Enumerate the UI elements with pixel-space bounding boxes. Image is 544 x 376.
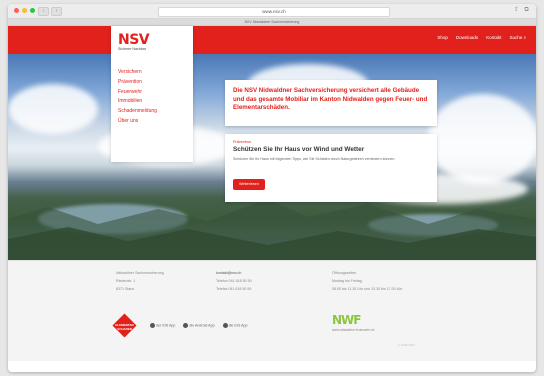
top-bar: Shop Downloads Kontakt Suche ⌕ (8, 26, 536, 54)
app-link-ios[interactable]: der iOS App (150, 323, 175, 328)
menu-item-ueber-uns[interactable]: Über uns (118, 117, 157, 127)
nsv-logo[interactable]: NSV Sicherer Nachbar (118, 32, 150, 51)
footer-phone: Telefon 041 618 50 50 (216, 279, 252, 283)
article-kicker: Prävention (233, 140, 252, 144)
zoom-window-button[interactable] (30, 8, 35, 13)
browser-toolbar: ‹ › www.nsv.ch ⇪ ⧉ (8, 4, 536, 19)
nwf-mark: NWF (332, 313, 361, 327)
menu-item-praevention[interactable]: Prävention (118, 78, 157, 88)
share-icon[interactable]: ⇪ (513, 7, 520, 14)
top-nav-kontakt[interactable]: Kontakt (486, 35, 501, 40)
website: Shop Downloads Kontakt Suche ⌕ NSV Siche (8, 26, 536, 361)
menu-item-immobilien[interactable]: Immobilien (118, 97, 157, 107)
apple-icon (150, 323, 155, 328)
hero-image: NSV Sicherer Nachbar Versichern Präventi… (8, 26, 536, 260)
apple-icon (222, 323, 228, 328)
menu-item-feuerwehr[interactable]: Feuerwehr (118, 88, 157, 98)
logo-tagline: Sicherer Nachbar (118, 47, 146, 51)
window-controls (14, 8, 35, 13)
tabs-icon[interactable]: ⧉ (523, 7, 530, 14)
top-nav-shop[interactable]: Shop (437, 35, 448, 40)
close-window-button[interactable] (14, 8, 19, 13)
article-teaser: Prävention Schützen Sie Ihr Haus vor Win… (225, 134, 437, 202)
nwf-caption: www.nidwaldner-feuerwehr.ch (332, 328, 375, 332)
browser-window: ‹ › www.nsv.ch ⇪ ⧉ NSV Nidwaldner Sachve… (8, 4, 536, 372)
footer-hours: Öffnungszeiten Montag bis Freitag 08.00 … (332, 269, 402, 293)
top-nav: Shop Downloads Kontakt Suche ⌕ (437, 35, 526, 40)
app-link-ios-2[interactable]: die iOS App (222, 323, 248, 328)
footer-contact: kontakt@nsv.ch Telefon 041 618 50 50 Tel… (216, 269, 252, 293)
logo-menu-panel: NSV Sicherer Nachbar Versichern Präventi… (111, 26, 193, 162)
cloud (8, 84, 98, 134)
footer-hours-title: Öffnungszeiten (332, 271, 357, 275)
badge-label: ELEMENTAR SCHADEN (115, 323, 134, 331)
logo-mark: NSV (118, 32, 150, 48)
footer-hours-days: Montag bis Freitag (332, 279, 362, 283)
forward-button[interactable]: › (51, 7, 62, 16)
footer-email-link[interactable]: kontakt@nsv.ch (216, 269, 252, 277)
back-button[interactable]: ‹ (38, 7, 49, 16)
footer-company: Nidwaldner Sachversicherung (116, 271, 164, 275)
copyright: © 2015 NSV (398, 343, 415, 347)
top-nav-downloads[interactable]: Downloads (456, 35, 478, 40)
footer-city: 6371 Stans (116, 287, 135, 291)
read-more-button[interactable]: Weiterlesen (233, 179, 265, 190)
cloud (428, 94, 536, 184)
article-body: Schützen Sie Ihr Haus mit folgenden Tipp… (233, 157, 396, 161)
footer: Nidwaldner Sachversicherung Riedenstr. 1… (8, 260, 536, 361)
app-link-android[interactable]: die Android App (183, 323, 215, 328)
footer-address: Nidwaldner Sachversicherung Riedenstr. 1… (116, 269, 164, 293)
nwf-logo[interactable]: NWF www.nidwaldner-feuerwehr.ch (332, 313, 374, 332)
headline-text: Die NSV Nidwaldner Sachversicherung vers… (233, 87, 428, 112)
address-bar[interactable]: www.nsv.ch (158, 7, 390, 17)
top-nav-suche[interactable]: Suche ⌕ (509, 35, 526, 40)
main-menu: Versichern Prävention Feuerwehr Immobili… (118, 68, 157, 127)
footer-street: Riedenstr. 1 (116, 279, 136, 283)
app-links: der iOS App die Android App die iOS App (150, 323, 248, 328)
minimize-window-button[interactable] (22, 8, 27, 13)
android-icon (183, 323, 189, 328)
article-title[interactable]: Schützen Sie Ihr Haus vor Wind und Wette… (233, 146, 364, 153)
footer-hours-times: 08.00 bis 11.30 Uhr und 13.30 bis 17.00 … (332, 287, 403, 291)
footer-fax: Telefax 041 618 50 59 (216, 287, 252, 291)
menu-item-versichern[interactable]: Versichern (118, 68, 157, 78)
tab-title[interactable]: NSV Nidwaldner Sachversicherung (8, 19, 536, 26)
headline-card: Die NSV Nidwaldner Sachversicherung vers… (225, 80, 437, 126)
menu-item-schadenmeldung[interactable]: Schadenmeldung (118, 107, 157, 117)
